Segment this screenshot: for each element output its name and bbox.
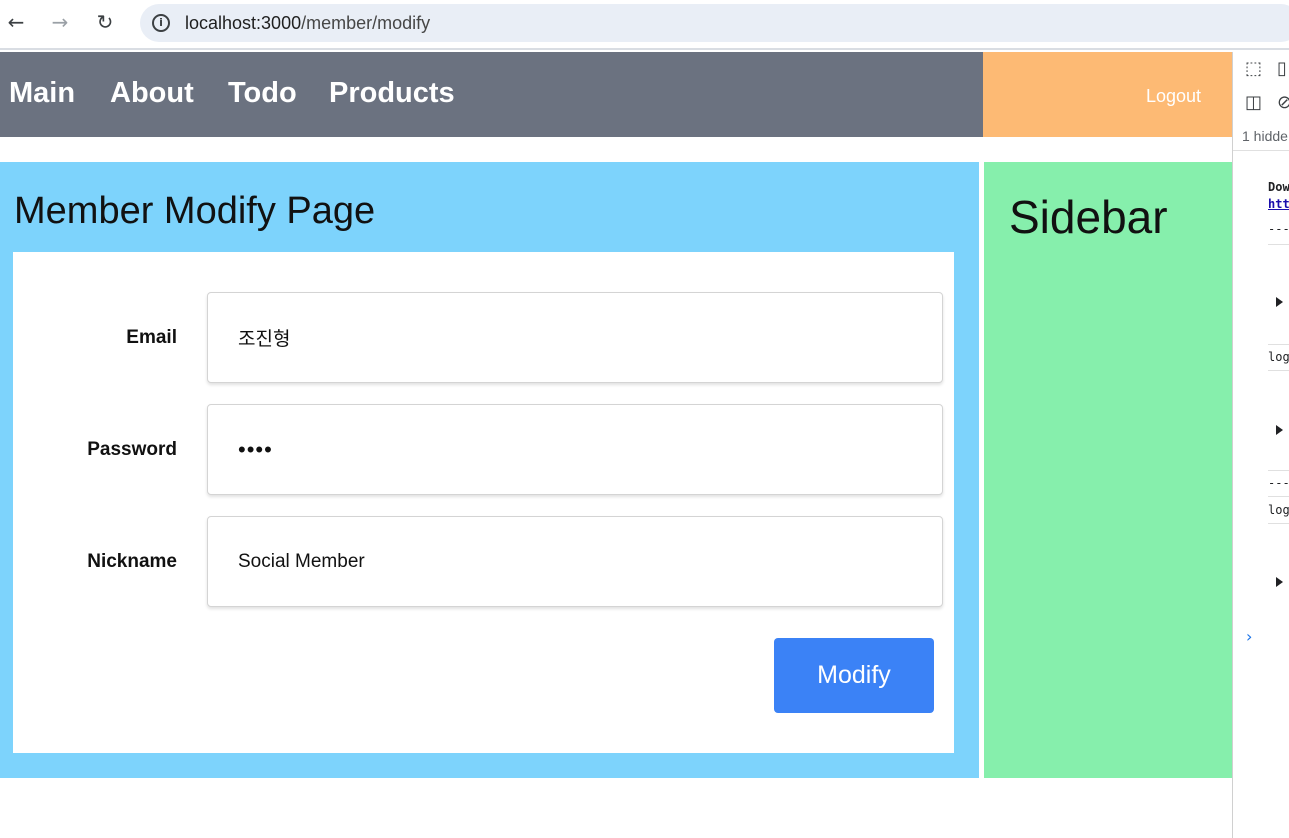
logout-link[interactable]: Logout (1146, 86, 1201, 107)
top-navigation: Main About Todo Products (0, 52, 983, 137)
devtools-panel: ⬚ ▯ ◫ ⊘ 1 hidde Dow htt --- log --- log … (1232, 52, 1289, 838)
console-prompt-icon[interactable]: › (1246, 628, 1264, 646)
back-arrow-icon[interactable]: ← (2, 10, 30, 34)
site-info-icon[interactable]: i (152, 14, 170, 32)
console-divider (1268, 470, 1289, 471)
nav-link-todo[interactable]: Todo (228, 77, 297, 110)
clear-console-icon[interactable]: ⊘ (1277, 94, 1289, 112)
sidebar-toggle-icon[interactable]: ◫ (1245, 94, 1263, 112)
console-dashes: --- (1268, 222, 1289, 236)
nav-link-about[interactable]: About (110, 77, 194, 110)
email-input[interactable] (207, 292, 943, 383)
console-log-entry: log (1268, 503, 1289, 517)
console-log-entry: log (1268, 350, 1289, 364)
nickname-input[interactable] (207, 516, 943, 607)
device-toggle-icon[interactable]: ▯ (1277, 60, 1289, 78)
forward-arrow-icon[interactable]: → (46, 10, 74, 34)
console-divider (1268, 244, 1289, 245)
address-bar[interactable]: i localhost:3000/member/modify (140, 4, 1289, 42)
console-divider (1268, 496, 1289, 497)
browser-toolbar: ← → ↻ i localhost:3000/member/modify (0, 0, 1289, 50)
reload-icon[interactable]: ↻ (91, 10, 119, 34)
main-content: Member Modify Page Email Password Nickna… (0, 162, 979, 778)
devtools-divider (1233, 150, 1289, 151)
console-divider (1268, 344, 1289, 345)
hidden-messages-count: 1 hidde (1242, 128, 1288, 144)
logout-area: Logout (983, 52, 1232, 137)
sidebar-title: Sidebar (1009, 191, 1168, 243)
password-input[interactable] (207, 404, 943, 495)
expand-arrow-icon[interactable] (1276, 425, 1283, 435)
sidebar: Sidebar (984, 162, 1232, 778)
nickname-label: Nickname (87, 551, 177, 572)
inspect-element-icon[interactable]: ⬚ (1245, 60, 1263, 78)
nav-link-products[interactable]: Products (329, 77, 455, 110)
page-title: Member Modify Page (14, 190, 376, 232)
console-divider (1268, 370, 1289, 371)
console-link[interactable]: htt (1268, 197, 1289, 211)
nav-link-main[interactable]: Main (9, 77, 75, 110)
console-line-download: Dow (1268, 180, 1289, 194)
url-path: /member/modify (301, 13, 431, 33)
expand-arrow-icon[interactable] (1276, 297, 1283, 307)
url-text[interactable]: localhost:3000/member/modify (185, 13, 430, 34)
console-dashes: --- (1268, 476, 1289, 490)
url-host: localhost:3000 (185, 13, 302, 33)
console-divider (1268, 523, 1289, 524)
email-label: Email (126, 327, 177, 348)
modify-button[interactable]: Modify (774, 638, 934, 713)
modify-form: Email Password Nickname Modify (13, 252, 954, 753)
password-label: Password (87, 439, 177, 460)
expand-arrow-icon[interactable] (1276, 577, 1283, 587)
